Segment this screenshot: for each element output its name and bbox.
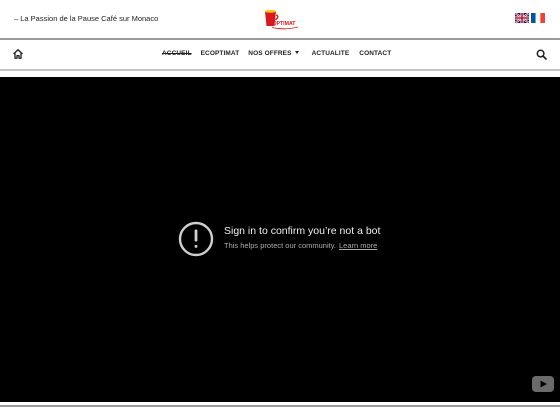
bot-check-subtitle: This helps protect our community. Learn m… — [224, 241, 377, 250]
nav-item-nos-offres[interactable]: NOS OFFRES — [248, 50, 299, 57]
nav-menu: ACCUEIL ECOPTIMAT NOS OFFRES ACTUALITE C… — [162, 50, 391, 57]
flag-uk-icon[interactable] — [515, 13, 529, 23]
search-icon[interactable] — [536, 49, 547, 60]
logo-text: OPTIMAT — [273, 21, 297, 27]
nav-divider — [0, 69, 560, 71]
bot-check-title: Sign in to confirm you’re not a bot — [224, 225, 381, 237]
chevron-down-icon — [294, 51, 299, 54]
language-switcher — [515, 13, 545, 23]
site-tagline: – La Passion de la Pause Café sur Monaco — [14, 14, 159, 23]
exclamation-circle-icon — [178, 221, 214, 257]
flag-fr-icon[interactable] — [531, 13, 545, 23]
optimat-logo[interactable]: OPTIMAT — [262, 9, 302, 31]
video-player[interactable]: Sign in to confirm you’re not a bot This… — [0, 77, 560, 402]
nav-item-ecoptimat[interactable]: ECOPTIMAT — [201, 50, 240, 57]
home-icon[interactable] — [12, 48, 24, 60]
nav-item-actualite[interactable]: ACTUALITE — [312, 50, 350, 57]
youtube-logo-icon[interactable] — [532, 376, 554, 392]
footer-divider — [0, 405, 560, 407]
site-header: – La Passion de la Pause Café sur Monaco… — [0, 0, 560, 38]
bot-check-subtitle-text: This helps protect our community. — [224, 241, 336, 250]
main-navigation: ACCUEIL ECOPTIMAT NOS OFFRES ACTUALITE C… — [0, 40, 560, 69]
learn-more-link[interactable]: Learn more — [339, 241, 377, 250]
nav-item-contact[interactable]: CONTACT — [359, 50, 391, 57]
nav-item-accueil[interactable]: ACCUEIL — [162, 50, 192, 57]
nav-item-nos-offres-label: NOS OFFRES — [248, 50, 292, 57]
